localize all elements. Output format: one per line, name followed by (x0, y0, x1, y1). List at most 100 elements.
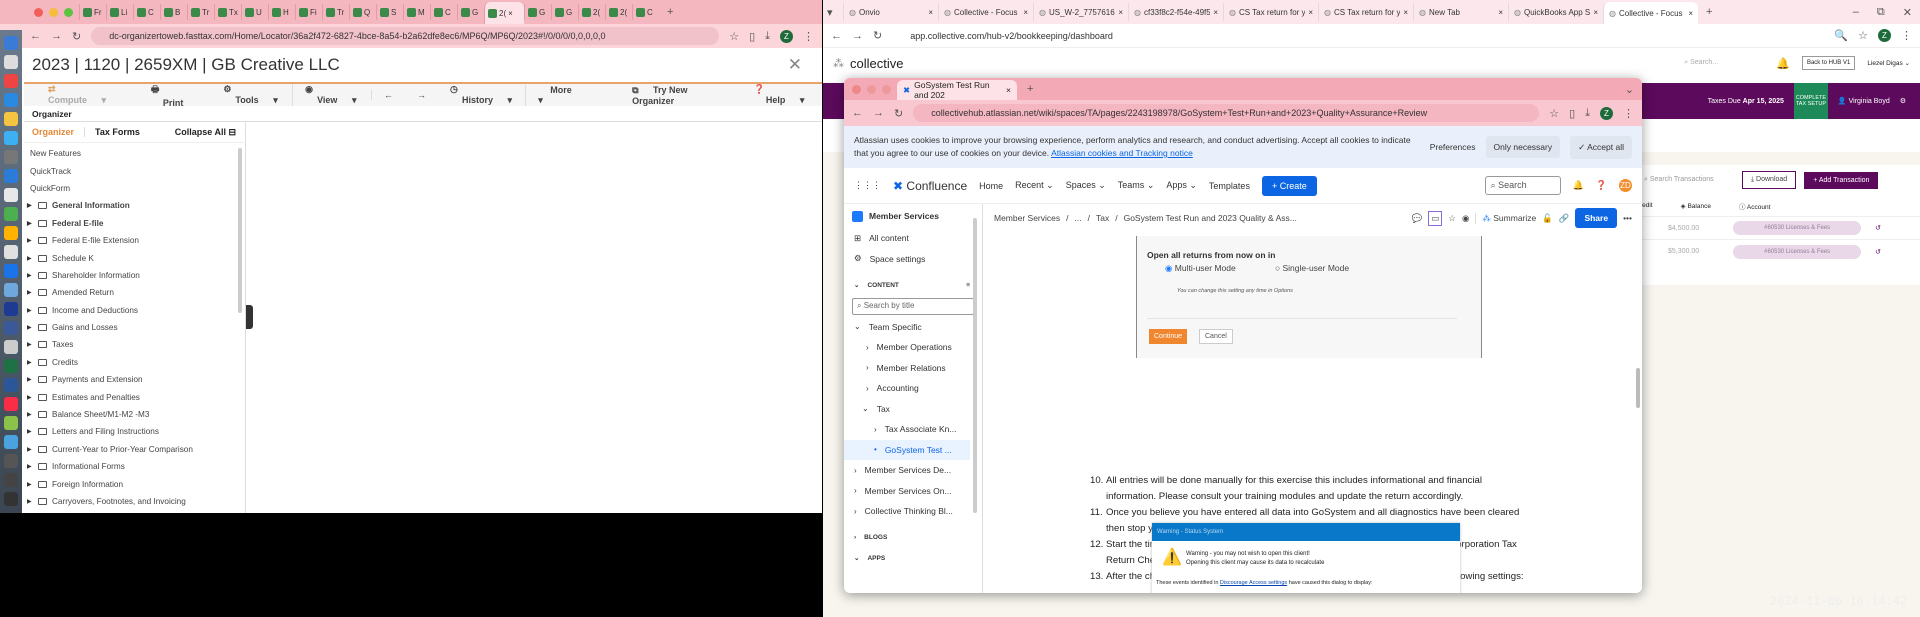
tab-confluence[interactable]: ✖ GoSystem Test Run and 202 × (897, 80, 1017, 100)
expand-arrow-icon[interactable]: ▶ (24, 341, 34, 348)
tree-scrollbar[interactable] (238, 148, 242, 313)
breadcrumb-item[interactable]: Tax (1096, 213, 1109, 223)
dock-app-icon[interactable] (4, 226, 18, 240)
browser-tab[interactable]: C (133, 4, 160, 20)
download-icon[interactable]: ⤓ (765, 30, 770, 43)
collective-logo[interactable]: collective (850, 56, 903, 71)
content-scrollbar[interactable] (1636, 368, 1640, 408)
nav-teams[interactable]: Teams ⌄ (1118, 180, 1155, 191)
expand-arrow-icon[interactable]: ▶ (24, 272, 34, 279)
expand-arrow-icon[interactable]: ▶ (24, 255, 34, 262)
page-tree-item[interactable]: › Collective Thinking Bl... (844, 501, 982, 522)
nav-recent[interactable]: Recent ⌄ (1015, 180, 1054, 191)
restrictions-icon[interactable]: 🔓 (1542, 213, 1553, 224)
expand-arrow-icon[interactable]: ▶ (24, 289, 34, 296)
forward-icon[interactable]: → (51, 30, 62, 42)
breadcrumb-item[interactable]: GoSystem Test Run and 2023 Quality & Ass… (1124, 213, 1297, 223)
close-tab-icon[interactable]: × (1498, 8, 1503, 17)
tree-chevron-icon[interactable]: • (874, 445, 877, 454)
more-actions-icon[interactable]: ••• (1623, 213, 1632, 223)
tab-search-icon[interactable]: ▾ (827, 6, 841, 19)
tree-folder[interactable]: ▶ Carryovers, Footnotes, and Invoicing (24, 493, 244, 510)
breadcrumb-item[interactable]: ... (1075, 213, 1082, 223)
browser-tab[interactable]: C (632, 4, 659, 20)
new-tab-button[interactable]: + (1027, 83, 1033, 95)
dock-app-icon[interactable] (4, 302, 18, 316)
complete-tax-setup-button[interactable]: COMPLETE TAX SETUP (1793, 83, 1828, 119)
browser-tab[interactable]: Fr (79, 4, 106, 20)
profile-avatar[interactable]: Z (1600, 106, 1613, 120)
dock-app-icon[interactable] (4, 416, 18, 430)
page-tree-item[interactable]: › Member Services On... (844, 481, 982, 502)
tree-folder[interactable]: ▶ Credits (24, 354, 244, 371)
link-icon[interactable]: 🔗 (1559, 213, 1570, 224)
browser-tab[interactable]: M (403, 4, 430, 20)
url-input[interactable]: collectivehub.atlassian.net/wiki/spaces/… (913, 104, 1540, 122)
next-arrow-icon[interactable]: → (405, 90, 438, 100)
dock-app-icon[interactable] (4, 454, 18, 468)
expand-arrow-icon[interactable]: ▶ (24, 411, 34, 418)
summarize-button[interactable]: ⁂ Summarize (1475, 212, 1536, 224)
dock-app-icon[interactable] (4, 378, 18, 392)
extensions-icon[interactable]: ▯ (749, 30, 755, 43)
download-icon[interactable]: ⤓ (1585, 107, 1590, 120)
dock-app-icon[interactable] (4, 473, 18, 487)
dock-app-icon[interactable] (4, 150, 18, 164)
url-input[interactable]: app.collective.com/hub-v2/bookkeeping/da… (892, 26, 1825, 45)
dock-app-icon[interactable] (4, 112, 18, 126)
browser-tab[interactable]: S (376, 4, 403, 20)
menu-icon[interactable]: ⋮ (803, 30, 814, 43)
nav-home[interactable]: Home (979, 181, 1003, 191)
back-to-hub-button[interactable]: Back to HUB V1 (1801, 56, 1856, 70)
dock-app-icon[interactable] (4, 188, 18, 202)
close-tab-icon[interactable]: × (508, 9, 513, 18)
tree-folder[interactable]: ▶ Gains and Losses (24, 319, 244, 336)
dock-app-icon[interactable] (4, 283, 18, 297)
browser-tab[interactable]: 2( (578, 4, 605, 20)
column-header-account[interactable]: ⓘ Account (1739, 201, 1770, 211)
extensions-icon[interactable]: ▯ (1569, 107, 1575, 120)
panel-collapse-handle[interactable] (246, 305, 253, 329)
dock-app-icon[interactable] (4, 492, 18, 506)
tree-folder[interactable]: ▶ Income and Deductions (24, 302, 244, 319)
bookmark-star-icon[interactable]: ☆ (1858, 29, 1868, 42)
close-window-button[interactable] (852, 84, 861, 94)
expand-arrow-icon[interactable]: ▶ (24, 220, 34, 227)
filter-icon[interactable]: ≡ (966, 282, 970, 289)
close-window-icon[interactable]: ✕ (1903, 6, 1912, 19)
account-pill[interactable]: #60530 Licenses & Fees (1733, 244, 1862, 259)
tree-chevron-icon[interactable]: › (866, 363, 869, 372)
browser-tab[interactable]: Tr (322, 4, 349, 20)
sidebar-scrollbar[interactable] (973, 218, 977, 513)
account-pill[interactable]: #60530 Licenses & Fees (1733, 221, 1862, 235)
prev-arrow-icon[interactable]: ← (371, 90, 405, 100)
comment-icon[interactable]: 💬 (1412, 213, 1423, 224)
star-icon[interactable]: ☆ (1448, 213, 1456, 224)
close-tab-icon[interactable]: × (1023, 8, 1028, 17)
print-button[interactable]: 🖶 Print (139, 82, 211, 108)
tree-chevron-icon[interactable]: › (874, 425, 877, 434)
search-input[interactable]: ⌕ Search (1484, 176, 1561, 195)
dock-app-icon[interactable] (4, 55, 18, 69)
browser-tab[interactable]: ◍CS Tax return for yea× (1223, 3, 1318, 21)
download-button[interactable]: ⤓ Download (1742, 171, 1797, 189)
forward-icon[interactable]: → (873, 107, 884, 119)
search-field[interactable]: ⌕ Search... (1684, 59, 1764, 67)
browser-tab[interactable]: G (457, 4, 484, 20)
new-tab-button[interactable]: + (667, 6, 673, 18)
expand-arrow-icon[interactable]: ▶ (24, 202, 34, 209)
reload-icon[interactable]: ↻ (873, 29, 882, 42)
forward-icon[interactable]: → (852, 30, 863, 42)
page-tree-item-selected[interactable]: • GoSystem Test ... (844, 439, 970, 460)
browser-tab[interactable]: ◍US_W-2_7757616924× (1033, 3, 1128, 21)
content-section-header[interactable]: ⌄ CONTENT ≡ (844, 275, 982, 296)
blogs-section[interactable]: › BLOGS (844, 528, 982, 549)
close-tab-icon[interactable]: × (1213, 8, 1218, 17)
url-input[interactable]: dc-organizertoweb.fasttax.com/Home/Locat… (91, 27, 720, 45)
tree-chevron-icon[interactable]: ⌄ (854, 322, 861, 331)
browser-tab[interactable]: ◍CS Tax return for yea× (1318, 3, 1413, 21)
space-settings-link[interactable]: ⚙ Space settings (844, 249, 982, 270)
tree-folder[interactable]: ▶ Informational Forms (24, 458, 244, 475)
browser-tab[interactable]: H (268, 4, 295, 20)
close-tab-icon[interactable]: × (1688, 9, 1693, 18)
